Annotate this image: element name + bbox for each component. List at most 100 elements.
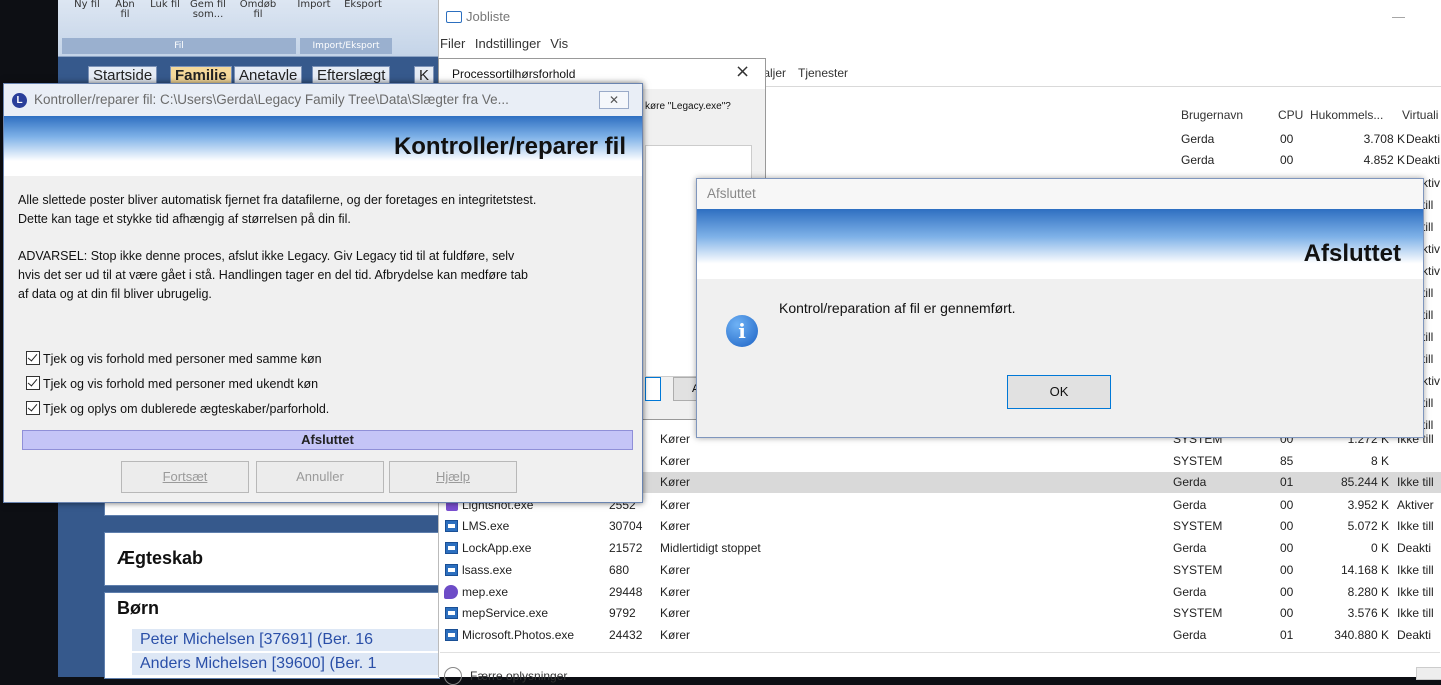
cell-memory: 85.244 K [1340,475,1389,489]
check-repair-title: Kontroller/reparer fil: C:\Users\Gerda\L… [34,92,509,107]
minimize-icon[interactable]: — [1392,0,1405,34]
column-header-cpu[interactable]: CPU [1278,108,1303,122]
process-icon [445,542,458,554]
ok-button-stub[interactable] [645,377,661,401]
warning-text-line: ADVARSEL: Stop ikke denne proces, afslut… [18,249,515,263]
cell-user: Gerda [1173,585,1207,599]
tab-services[interactable]: Tjenester [798,66,848,80]
legacy-logo-icon: L [12,93,27,108]
cell-user: Gerda [1181,132,1215,146]
process-icon [445,564,458,576]
column-header-memory[interactable]: Hukommels... [1310,108,1383,122]
task-manager-icon [446,11,462,23]
continue-button-label: Fortsæt [162,469,208,484]
task-manager-title: Jobliste [466,9,511,24]
cell-virtualization: Deakti [1406,132,1441,146]
table-row[interactable]: lsass.exe 680 Kører SYSTEM 00 14.168 K I… [438,560,1441,581]
close-icon[interactable]: × [735,61,750,82]
cell-cpu: 00 [1280,498,1294,512]
menu-view[interactable]: Vis [550,36,568,51]
cell-pid: 29448 [609,585,643,599]
finished-title: Afsluttet [707,186,756,201]
cell-name: lsass.exe [462,563,513,577]
check-repair-dialog: L Kontroller/reparer fil: C:\Users\Gerda… [3,83,643,503]
finished-heading: Afsluttet [1303,240,1401,267]
cell-cpu: 00 [1280,563,1294,577]
checkbox-checked-icon[interactable] [26,376,40,390]
ribbon-import-button[interactable]: Import [294,0,334,10]
ribbon-close-file-button[interactable]: Luk fil [150,0,180,10]
process-icon [445,607,458,619]
table-row[interactable]: LockApp.exe 21572 Midlertidigt stoppet G… [438,538,1441,559]
finished-message: Kontrol/reparation af fil er gennemført. [779,300,1016,316]
table-row[interactable]: Microsoft.Photos.exe 24432 Kører Gerda 0… [438,625,1441,646]
cell-virtualization: till [1422,352,1434,366]
ribbon-rename-button[interactable]: Omdøb fil [236,0,280,20]
cell-status: Kører [660,475,690,489]
cell-cpu: 00 [1280,606,1294,620]
cell-cpu: 00 [1280,519,1294,533]
ribbon-export-button[interactable]: Eksport [340,0,386,10]
end-task-button[interactable] [1416,667,1441,680]
checkbox-checked-icon[interactable] [26,351,40,365]
column-header-virtualization[interactable]: Virtuali [1402,108,1438,122]
menu-settings[interactable]: Indstillinger [475,36,541,51]
cell-status: Kører [660,432,690,446]
virtualization-column-peek: ktiv till till ktiv ktiv till till till … [1422,172,1441,436]
column-header-username[interactable]: Brugernavn [1181,108,1243,122]
cell-cpu: 00 [1280,132,1294,146]
cell-cpu: 85 [1280,454,1294,468]
legacy-ribbon: Ny fil Åbn fil Luk fil Gem fil som... Om… [58,0,438,57]
cell-user: SYSTEM [1173,454,1223,468]
help-button[interactable]: Hjælp [389,461,517,493]
close-icon[interactable]: ✕ [599,91,629,109]
chevron-up-icon[interactable] [444,667,462,685]
fewer-details-link[interactable]: Færre oplysninger [470,669,567,683]
cell-user: SYSTEM [1173,563,1223,577]
continue-button[interactable]: Fortsæt [121,461,249,493]
cell-user: Gerda [1173,475,1207,489]
cell-cpu: 01 [1280,475,1294,489]
process-icon [445,629,458,641]
table-row[interactable]: mepService.exe 9792 Kører SYSTEM 00 3.57… [438,603,1441,624]
checkbox-checked-icon[interactable] [26,401,40,415]
cell-virtualization: till [1422,286,1434,300]
cell-virtualization: ktiv [1422,374,1440,388]
cell-user: SYSTEM [1173,606,1223,620]
ribbon-save-as-button[interactable]: Gem fil som... [186,0,230,20]
ribbon-group-file: Fil [62,38,296,54]
cell-user: Gerda [1173,541,1207,555]
ribbon-open-file-button[interactable]: Åbn fil [110,0,140,20]
cell-virtualization: Aktiver [1397,498,1434,512]
menu-file[interactable]: Filer [440,36,465,51]
warning-text-line: af data og at din fil bliver ubrugelig. [18,287,212,301]
cell-cpu: 00 [1280,585,1294,599]
progress-bar: Afsluttet [22,430,633,450]
finished-banner: Afsluttet [697,209,1423,279]
cell-memory: 340.880 K [1334,628,1389,642]
check-repair-heading: Kontroller/reparer fil [393,133,626,160]
info-text-line: Alle slettede poster bliver automatisk f… [18,193,537,207]
ribbon-new-file-button[interactable]: Ny fil [72,0,102,10]
cell-memory: 8.280 K [1347,585,1389,599]
check-repair-titlebar: L Kontroller/reparer fil: C:\Users\Gerda… [4,84,642,116]
cancel-button[interactable]: Annuller [256,461,384,493]
cell-status: Kører [660,628,690,642]
cell-virtualization: till [1422,198,1434,212]
ok-button[interactable]: OK [1007,375,1111,409]
process-icon [445,520,458,532]
cell-memory: 5.072 K [1347,519,1389,533]
cell-pid: 21572 [609,541,643,555]
checkbox-label: Tjek og vis forhold med personer med sam… [43,352,322,366]
table-row[interactable]: mep.exe 29448 Kører Gerda 00 8.280 K Ikk… [438,582,1441,603]
cell-name: mepService.exe [462,606,549,620]
child-row[interactable]: Anders Michelsen [39600] (Ber. 1 [132,653,438,675]
cell-name: LMS.exe [462,519,510,533]
cell-memory: 4.852 K [1363,153,1405,167]
cell-memory: 3.576 K [1347,606,1389,620]
cell-memory: 0 K [1370,541,1389,555]
info-text-line: Dette kan tage et stykke tid afhængig af… [18,212,351,226]
table-row[interactable]: LMS.exe 30704 Kører SYSTEM 00 5.072 K Ik… [438,516,1441,537]
child-row[interactable]: Peter Michelsen [37691] (Ber. 16 [132,629,438,651]
cell-virtualization: ktiv [1422,264,1440,278]
